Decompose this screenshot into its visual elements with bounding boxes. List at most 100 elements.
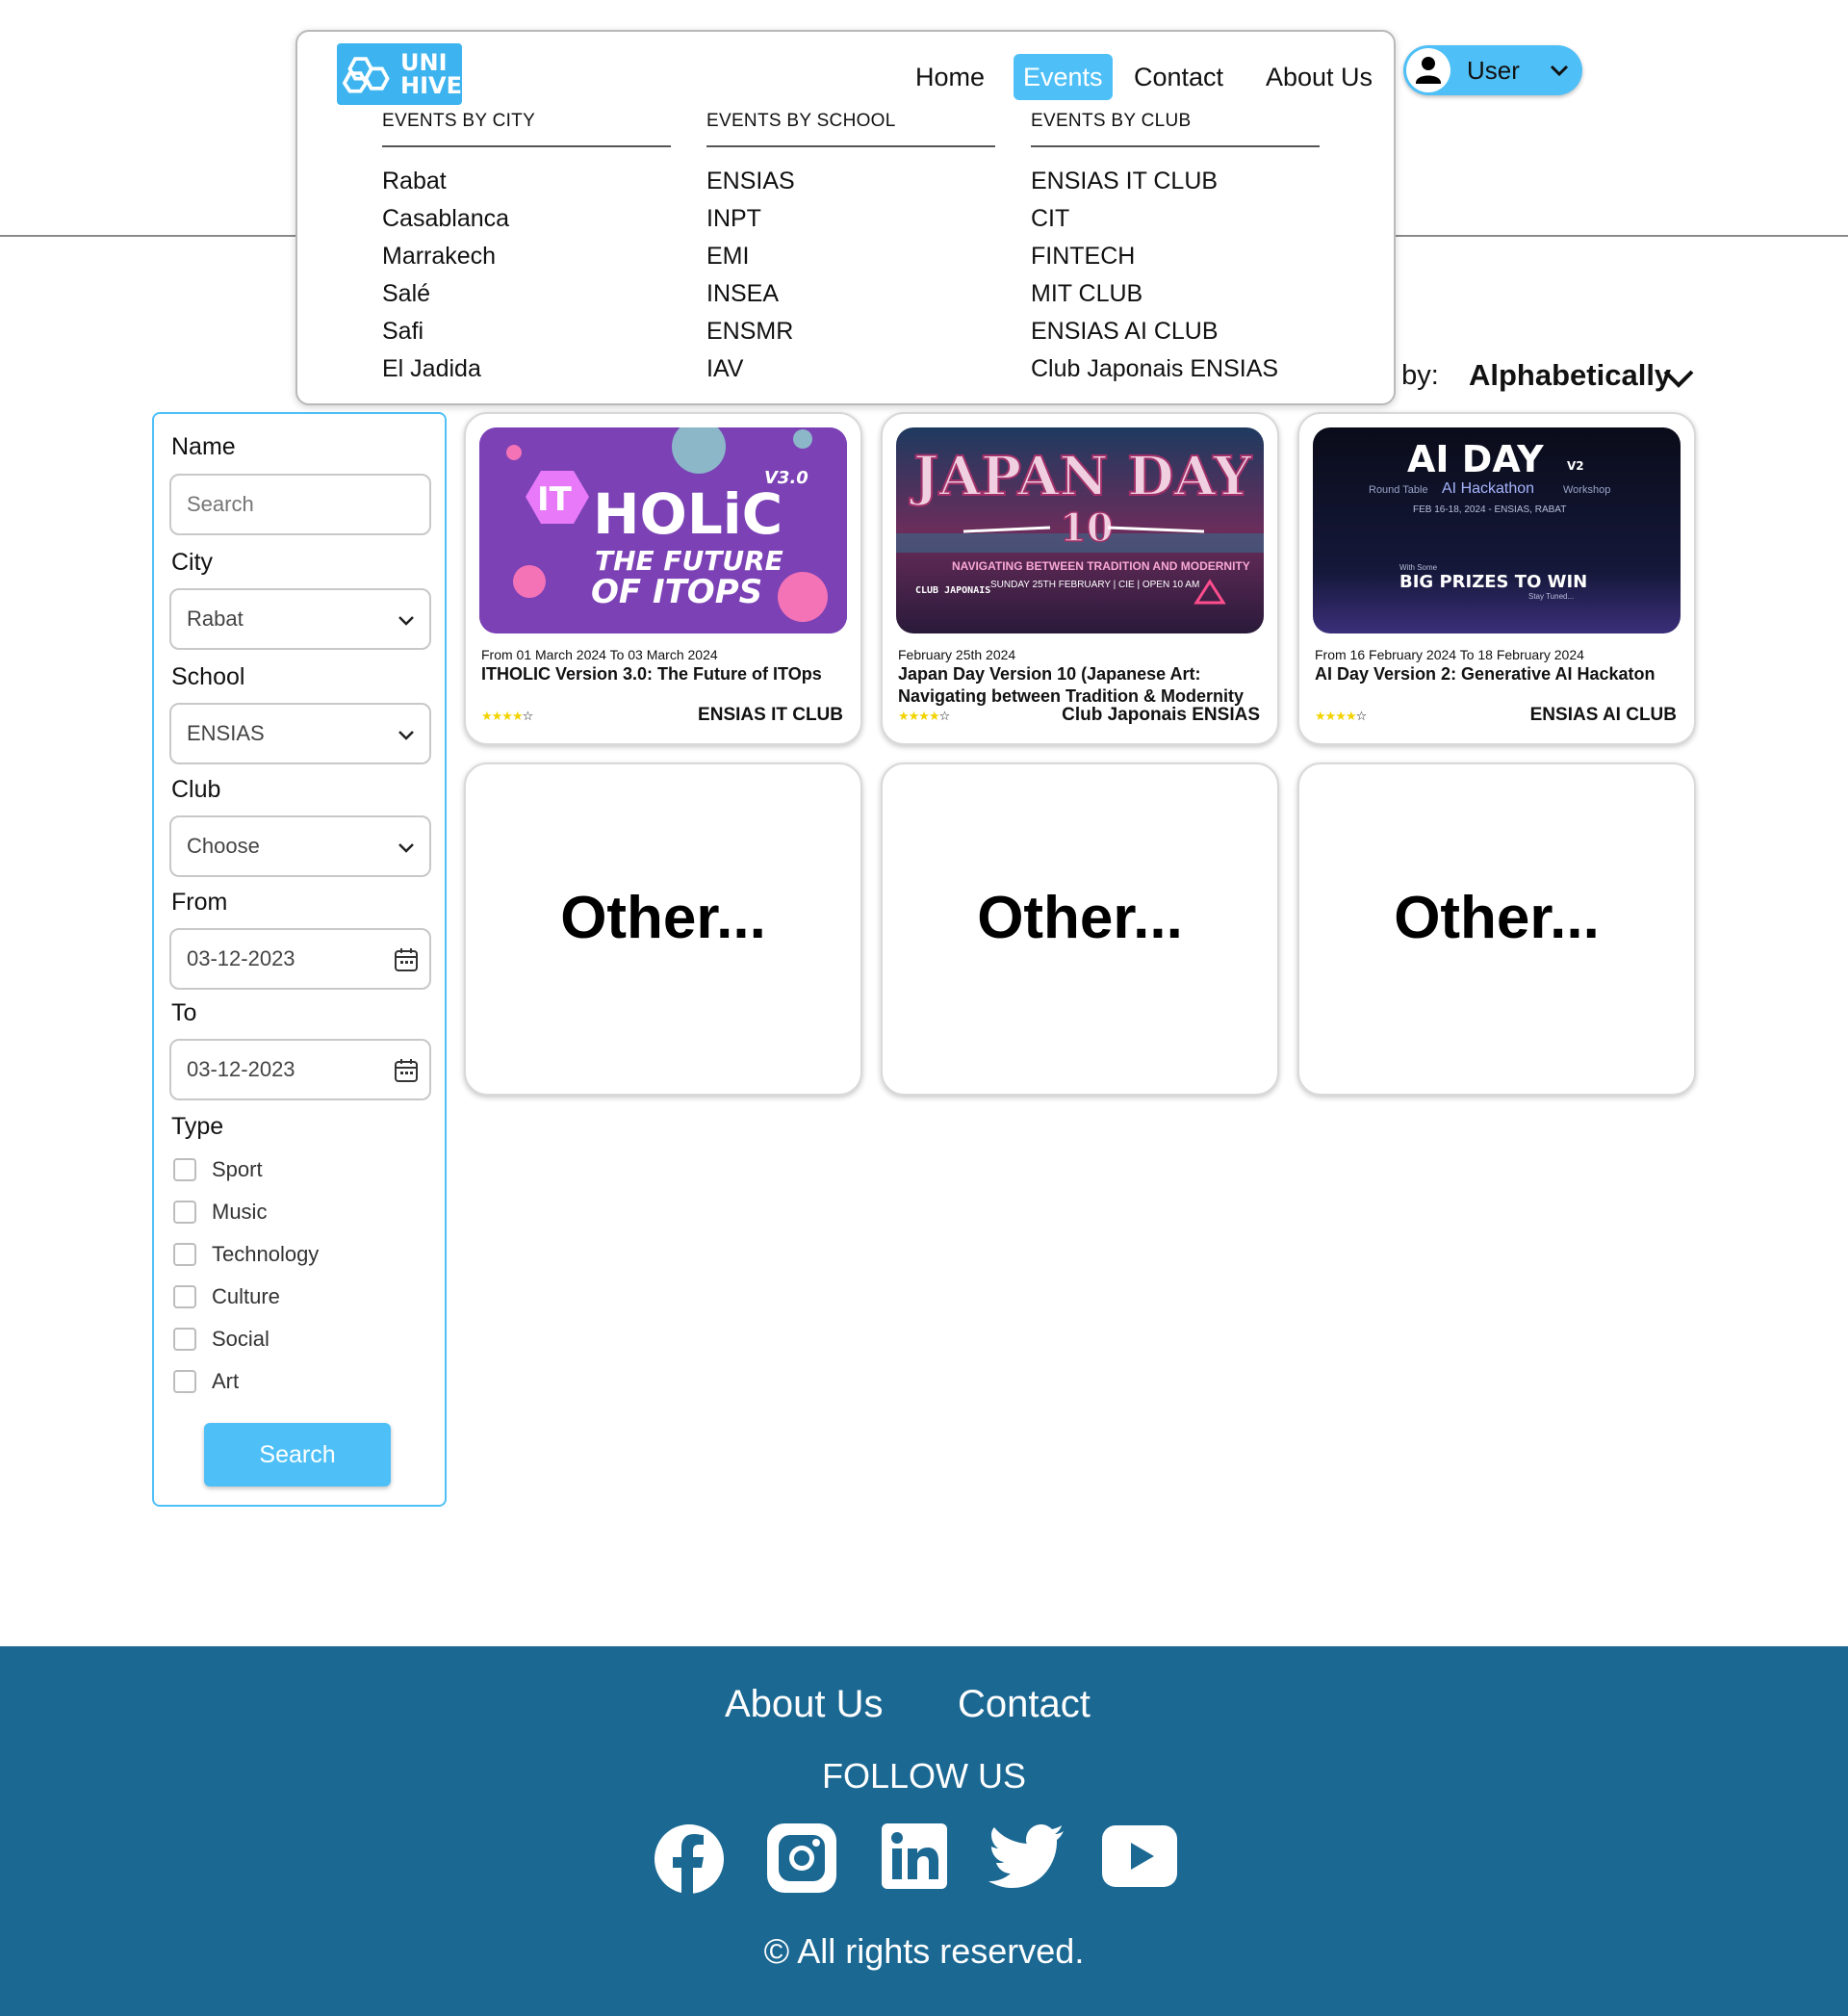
checkbox[interactable] [173, 1243, 196, 1266]
menu-item-city[interactable]: Safi [382, 313, 671, 350]
menu-item-school[interactable]: ENSMR [706, 313, 995, 350]
menu-item-club[interactable]: ENSIAS IT CLUB [1031, 163, 1320, 200]
school-label: School [171, 663, 245, 690]
poster-line: SUNDAY 25TH FEBRUARY | CIE | OPEN 10 AM [990, 580, 1199, 590]
checkbox[interactable] [173, 1285, 196, 1308]
event-title[interactable]: Japan Day Version 10 (Japanese Art: Navi… [898, 663, 1273, 708]
menu-heading-school: EVENTS BY SCHOOL [706, 111, 995, 147]
club-value: Choose [187, 834, 260, 858]
sort-select[interactable]: Alphabetically [1469, 356, 1671, 395]
event-title[interactable]: AI Day Version 2: Generative AI Hackaton [1315, 663, 1690, 685]
event-title[interactable]: ITHOLIC Version 3.0: The Future of ITOps [481, 663, 857, 685]
event-poster-itholic: IT HOLiC V3.0 THE FUTURE OF ITOPS [479, 427, 847, 633]
from-date-input[interactable]: 03-12-2023 [169, 928, 431, 990]
event-card[interactable]: IT HOLiC V3.0 THE FUTURE OF ITOPS From 0… [464, 412, 862, 745]
menu-item-club[interactable]: ENSIAS AI CLUB [1031, 313, 1320, 350]
menu-item-city[interactable]: Salé [382, 275, 671, 313]
type-option-social[interactable]: Social [173, 1325, 270, 1354]
checkbox[interactable] [173, 1370, 196, 1393]
menu-item-school[interactable]: INSEA [706, 275, 995, 313]
type-option-music[interactable]: Music [173, 1198, 267, 1227]
menu-item-city[interactable]: Marrakech [382, 238, 671, 275]
placeholder-text: Other... [560, 884, 766, 951]
chevron-down-icon [1550, 65, 1569, 77]
checkbox-label: Technology [212, 1242, 320, 1266]
menu-item-club[interactable]: CIT [1031, 200, 1320, 238]
nav-about-us[interactable]: About Us [1266, 54, 1373, 100]
type-option-art[interactable]: Art [173, 1367, 239, 1396]
menu-item-city[interactable]: Rabat [382, 163, 671, 200]
chevron-down-icon[interactable] [1661, 366, 1696, 391]
poster-tagline: OF ITOPS [591, 573, 762, 611]
calendar-icon[interactable] [393, 1057, 420, 1084]
menu-item-school[interactable]: IAV [706, 350, 995, 388]
city-label: City [171, 549, 214, 576]
instagram-icon[interactable] [767, 1823, 836, 1893]
school-value: ENSIAS [187, 721, 265, 745]
chevron-down-icon [398, 843, 414, 853]
event-poster-japan-day: JAPAN DAY 10 NAVIGATING BETWEEN TRADITIO… [896, 427, 1264, 633]
facebook-icon[interactable] [654, 1823, 725, 1895]
linkedin-icon[interactable] [882, 1823, 947, 1889]
menu-item-city[interactable]: El Jadida [382, 350, 671, 388]
checkbox[interactable] [173, 1158, 196, 1181]
poster-sub: Workshop [1563, 484, 1610, 496]
checkbox[interactable] [173, 1201, 196, 1224]
event-date: From 01 March 2024 To 03 March 2024 [481, 647, 718, 662]
type-option-technology[interactable]: Technology [173, 1240, 319, 1269]
menu-item-club[interactable]: FINTECH [1031, 238, 1320, 275]
menu-item-school[interactable]: ENSIAS [706, 163, 995, 200]
placeholder-card[interactable]: Other... [1297, 762, 1696, 1096]
school-select[interactable]: ENSIAS [169, 703, 431, 764]
club-select[interactable]: Choose [169, 815, 431, 877]
menu-item-school[interactable]: EMI [706, 238, 995, 275]
event-card[interactable]: JAPAN DAY 10 NAVIGATING BETWEEN TRADITIO… [881, 412, 1279, 745]
placeholder-card[interactable]: Other... [464, 762, 862, 1096]
event-poster-ai-day: AI DAY V2 Round Table AI Hackathon Works… [1313, 427, 1681, 633]
calendar-icon[interactable] [393, 946, 420, 973]
placeholder-text: Other... [977, 884, 1183, 951]
copyright-text: © All rights reserved. [763, 1931, 1085, 1971]
name-search-input[interactable] [169, 474, 431, 535]
poster-version: V2 [1567, 459, 1584, 473]
menu-heading-city: EVENTS BY CITY [382, 111, 671, 147]
menu-item-club[interactable]: Club Japonais ENSIAS [1031, 350, 1320, 388]
menu-item-city[interactable]: Casablanca [382, 200, 671, 238]
type-option-culture[interactable]: Culture [173, 1282, 280, 1311]
placeholder-card[interactable]: Other... [881, 762, 1279, 1096]
events-mega-menu: UNI HIVE Home Events Contact About Us EV… [295, 30, 1396, 405]
to-date-input[interactable]: 03-12-2023 [169, 1039, 431, 1100]
hive-logo-icon [343, 57, 390, 93]
nav-contact[interactable]: Contact [1134, 54, 1223, 100]
youtube-icon[interactable] [1102, 1823, 1177, 1889]
user-label: User [1467, 56, 1520, 85]
footer-about-us-link[interactable]: About Us [725, 1683, 884, 1726]
city-select[interactable]: Rabat [169, 588, 431, 650]
poster-title: AI DAY [1407, 438, 1544, 480]
poster-stay: Stay Tuned... [1528, 592, 1574, 601]
nav-home[interactable]: Home [915, 54, 985, 100]
follow-us-heading: FOLLOW US [821, 1756, 1027, 1796]
menu-column-city: EVENTS BY CITY Rabat Casablanca Marrakec… [382, 111, 671, 388]
menu-item-school[interactable]: INPT [706, 200, 995, 238]
unihive-logo[interactable]: UNI HIVE [337, 43, 462, 105]
rating-stars: ★★★★☆ [1315, 709, 1367, 723]
to-label: To [171, 999, 197, 1026]
nav-events[interactable]: Events [1014, 54, 1113, 100]
type-option-sport[interactable]: Sport [173, 1155, 263, 1184]
club-label: Club [171, 776, 221, 803]
menu-column-school: EVENTS BY SCHOOL ENSIAS INPT EMI INSEA E… [706, 111, 995, 388]
poster-number: 10 [1060, 505, 1114, 551]
checkbox[interactable] [173, 1328, 196, 1351]
poster-title: JAPAN DAY [909, 445, 1252, 508]
poster-badge: IT [537, 480, 573, 519]
user-menu-button[interactable]: User [1403, 45, 1582, 95]
to-date-value: 03-12-2023 [187, 1057, 295, 1081]
event-card[interactable]: AI DAY V2 Round Table AI Hackathon Works… [1297, 412, 1696, 745]
menu-item-club[interactable]: MIT CLUB [1031, 275, 1320, 313]
city-value: Rabat [187, 607, 244, 631]
search-button[interactable]: Search [204, 1423, 391, 1486]
user-avatar [1406, 48, 1450, 92]
footer-contact-link[interactable]: Contact [958, 1683, 1091, 1726]
twitter-icon[interactable] [988, 1823, 1065, 1889]
